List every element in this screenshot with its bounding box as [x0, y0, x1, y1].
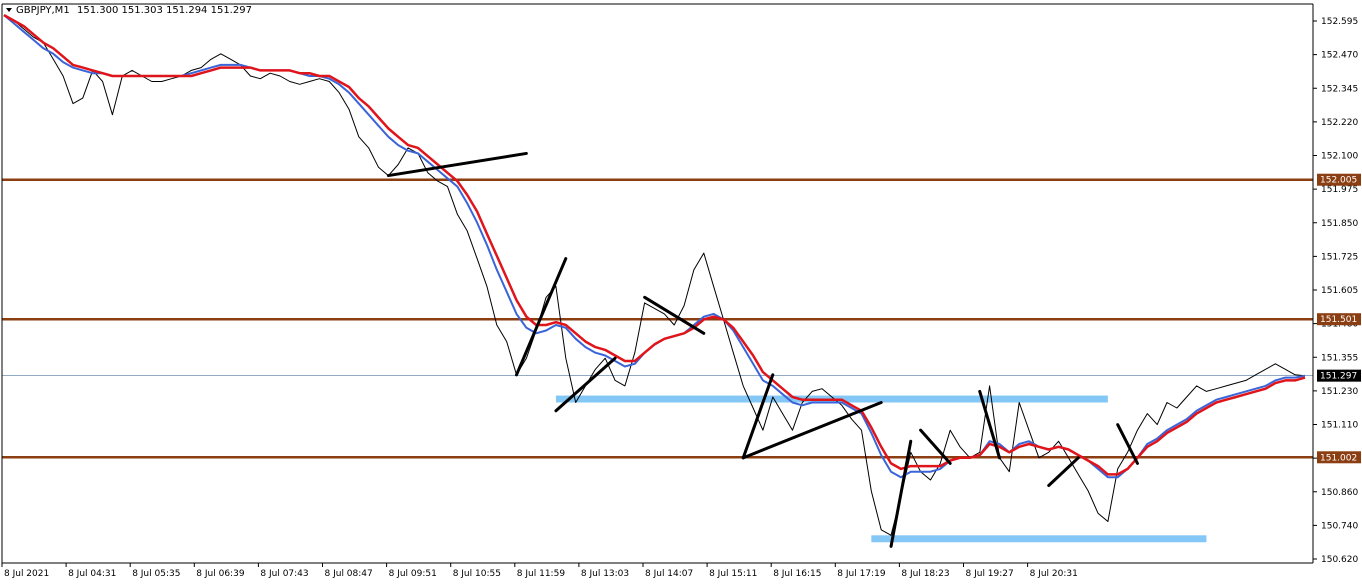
symbol-name: GBPJPY,M1	[16, 5, 70, 16]
y-tick-label: 151.725	[1321, 252, 1358, 262]
x-tick-label: 8 Jul 09:51	[389, 569, 437, 579]
y-tick-label: 151.110	[1321, 421, 1358, 431]
y-tick-label: 151.850	[1321, 219, 1358, 229]
x-tick-label: 8 Jul 08:47	[325, 569, 373, 579]
level-price-label: 151.002	[1320, 453, 1357, 463]
y-tick-label: 152.595	[1321, 17, 1358, 27]
chart-background	[0, 0, 1362, 584]
x-tick-label: 8 Jul 06:39	[196, 569, 245, 579]
x-tick-label: 8 Jul 17:19	[837, 569, 886, 579]
current-price-label: 151.297	[1320, 372, 1357, 382]
x-tick-label: 8 Jul 07:43	[260, 569, 308, 579]
y-tick-label: 152.100	[1321, 152, 1358, 162]
level-price-label: 151.501	[1320, 315, 1357, 325]
y-tick-label: 151.975	[1321, 185, 1358, 195]
ohlc-values: 151.300 151.303 151.294 151.297	[77, 5, 252, 16]
x-tick-label: 8 Jul 2021	[4, 569, 49, 579]
price-chart[interactable]: 152.595 152.470 152.345 152.220 152.100 151.9…	[0, 0, 1362, 584]
x-tick-label: 8 Jul 19:27	[966, 569, 1014, 579]
x-tick-label: 8 Jul 14:07	[645, 569, 693, 579]
x-tick-label: 8 Jul 16:15	[773, 569, 821, 579]
y-tick-label: 152.220	[1321, 118, 1358, 128]
support-zone-1	[871, 535, 1207, 543]
x-tick-label: 8 Jul 18:23	[901, 569, 949, 579]
y-tick-label: 151.355	[1321, 353, 1358, 363]
level-price-label: 152.005	[1320, 176, 1357, 186]
y-tick-label: 152.345	[1321, 84, 1358, 94]
x-tick-label: 8 Jul 10:55	[453, 569, 501, 579]
y-tick-label: 152.470	[1321, 51, 1358, 61]
y-tick-label: 151.230	[1321, 387, 1358, 397]
x-tick-label: 8 Jul 20:31	[1030, 569, 1078, 579]
x-tick-label: 8 Jul 05:35	[132, 569, 180, 579]
x-tick-label: 8 Jul 15:11	[709, 569, 757, 579]
x-tick-label: 8 Jul 13:03	[581, 569, 629, 579]
y-tick-label: 151.605	[1321, 286, 1358, 296]
x-tick-label: 8 Jul 04:31	[68, 569, 116, 579]
y-tick-label: 150.860	[1321, 488, 1358, 498]
y-tick-label: 150.620	[1321, 555, 1358, 565]
y-tick-label: 150.740	[1321, 521, 1358, 531]
x-tick-label: 8 Jul 11:59	[517, 569, 566, 579]
